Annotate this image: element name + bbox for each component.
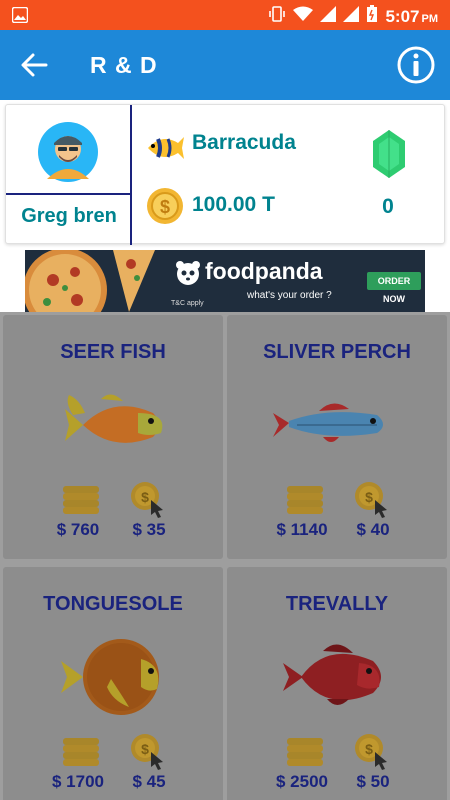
info-icon[interactable] xyxy=(396,45,436,90)
fish-name: TONGUESOLE xyxy=(43,593,183,615)
tonguesole-icon xyxy=(3,637,223,717)
svg-text:$: $ xyxy=(365,489,373,505)
order-now-button[interactable]: ORDER NOW xyxy=(367,272,421,304)
fish-price: $ 2500 xyxy=(276,772,328,791)
ad-terms: T&C apply xyxy=(171,300,204,307)
coin-stack-icon xyxy=(285,483,325,522)
dim-overlay: SEER FISH $ $ 760 $ 35 SLIVER PERCH $ $ … xyxy=(0,312,450,800)
player-name: Greg bren xyxy=(21,205,117,227)
status-bar: 5:07 PM xyxy=(0,0,450,30)
boat-name: Barracuda xyxy=(192,131,296,154)
fish-per-click: $ 40 xyxy=(356,520,390,539)
clock-ampm: PM xyxy=(421,12,439,25)
fish-card-seer-fish[interactable]: SEER FISH $ $ 760 $ 35 xyxy=(3,315,223,559)
coin-click-icon: $ xyxy=(129,732,169,775)
wifi-icon xyxy=(293,6,314,27)
clock: 5:07 PM xyxy=(385,7,438,27)
signal-icon xyxy=(320,6,337,27)
gallery-icon xyxy=(11,6,29,28)
tropical-fish-icon xyxy=(144,133,184,168)
panda-logo-icon xyxy=(175,260,201,291)
fish-per-click: $ 50 xyxy=(356,772,390,791)
fish-card-sliver-perch[interactable]: SLIVER PERCH $ $ 1140 $ 40 xyxy=(227,315,447,559)
svg-text:$: $ xyxy=(141,741,149,757)
clock-time: 5:07 xyxy=(385,6,420,26)
vibrate-icon xyxy=(268,5,286,28)
profile-card: Greg bren Barracuda $ 100.00 T 0 xyxy=(5,104,445,245)
coin-stack-icon xyxy=(61,735,101,774)
back-arrow-icon[interactable] xyxy=(20,52,48,83)
sliver-perch-icon xyxy=(227,385,447,465)
app-bar: R & D xyxy=(0,30,450,100)
coin-stack-icon xyxy=(285,735,325,774)
avatar xyxy=(37,121,99,188)
signal-icon-2 xyxy=(343,6,360,27)
fish-per-click: $ 35 xyxy=(132,520,166,539)
fish-per-click: $ 45 xyxy=(132,772,166,791)
fish-card-trevally[interactable]: TREVALLY $ $ 2500 $ 50 xyxy=(227,567,447,800)
ad-banner[interactable]: foodpanda what's your order ? T&C apply … xyxy=(25,250,425,312)
fish-price: $ 1140 xyxy=(276,520,328,539)
ad-brand: foodpanda xyxy=(205,258,323,284)
svg-text:$: $ xyxy=(365,741,373,757)
pizza-image xyxy=(25,250,165,312)
ad-tagline: what's your order ? xyxy=(247,290,332,301)
coin-click-icon: $ xyxy=(353,732,393,775)
fish-name: TREVALLY xyxy=(285,593,389,615)
player-panel: Greg bren xyxy=(6,105,132,245)
fish-name: SLIVER PERCH xyxy=(263,341,411,363)
fish-name: SEER FISH xyxy=(60,341,166,363)
fish-card-tonguesole[interactable]: TONGUESOLE $ $ 1700 $ 45 xyxy=(3,567,223,800)
coin-click-icon: $ xyxy=(129,480,169,523)
seer-fish-icon xyxy=(3,385,223,465)
battery-icon xyxy=(366,5,378,28)
balance-value: 100.00 T xyxy=(192,193,275,216)
gem-count: 0 xyxy=(382,195,394,218)
coin-stack-icon xyxy=(61,483,101,522)
page-title: R & D xyxy=(90,52,158,78)
svg-text:$: $ xyxy=(141,489,149,505)
trevally-icon xyxy=(227,637,447,717)
name-divider xyxy=(6,193,132,195)
fish-price: $ 760 xyxy=(56,520,100,539)
svg-text:$: $ xyxy=(160,197,170,217)
emerald-gem-icon xyxy=(371,129,407,184)
coin-click-icon: $ xyxy=(353,480,393,523)
coin-icon: $ xyxy=(146,187,184,230)
fish-price: $ 1700 xyxy=(52,772,104,791)
